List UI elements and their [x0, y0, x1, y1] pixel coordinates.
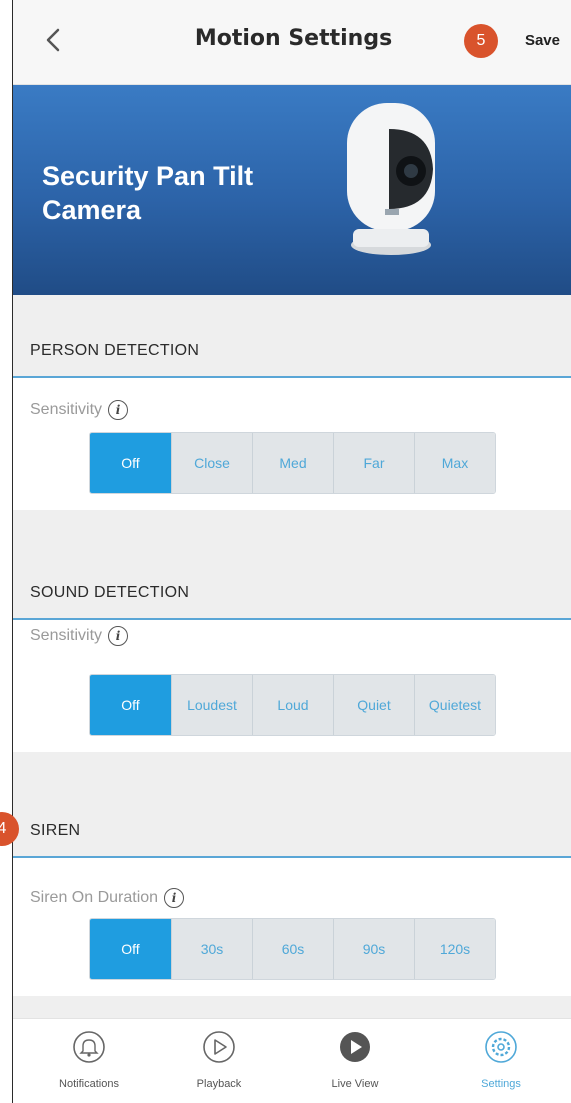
sound-option-quietest[interactable]: Quietest: [414, 675, 495, 735]
tab-label: Settings: [481, 1078, 521, 1090]
siren-option-60s[interactable]: 60s: [252, 919, 333, 979]
sound-option-loudest[interactable]: Loudest: [171, 675, 252, 735]
field-label-text: Sensitivity: [30, 401, 103, 419]
siren-duration-selector: Off 30s 60s 90s 120s: [89, 918, 496, 980]
person-sensitivity-selector: Off Close Med Far Max: [89, 432, 496, 494]
device-banner: Security Pan Tilt Camera: [13, 85, 571, 295]
person-option-off[interactable]: Off: [90, 433, 171, 493]
section-title: SIREN: [30, 822, 81, 839]
siren-option-120s[interactable]: 120s: [414, 919, 495, 979]
nav-header: Motion Settings 5 Save: [13, 0, 571, 85]
gear-icon: [485, 1031, 517, 1063]
section-title: PERSON DETECTION: [30, 342, 200, 359]
bell-icon: [73, 1031, 105, 1063]
tab-label: Notifications: [59, 1078, 119, 1090]
sound-detection-header: SOUND DETECTION: [13, 562, 571, 620]
person-option-far[interactable]: Far: [333, 433, 414, 493]
tab-notifications[interactable]: Notifications: [39, 1029, 139, 1090]
siren-option-90s[interactable]: 90s: [333, 919, 414, 979]
tab-settings[interactable]: Settings: [451, 1029, 551, 1090]
field-label-text: Sensitivity: [30, 627, 103, 645]
person-option-close[interactable]: Close: [171, 433, 252, 493]
section-spacer: [13, 752, 571, 802]
person-option-max[interactable]: Max: [414, 433, 495, 493]
play-outline-icon: [203, 1031, 235, 1063]
device-name: Security Pan Tilt Camera: [42, 161, 254, 225]
info-icon[interactable]: i: [108, 626, 129, 646]
tab-label: Live View: [331, 1078, 379, 1090]
siren-option-off[interactable]: Off: [90, 919, 171, 979]
section-title: SOUND DETECTION: [30, 584, 190, 601]
save-button[interactable]: Save: [525, 32, 560, 49]
sound-option-off[interactable]: Off: [90, 675, 171, 735]
siren-duration-label: Siren On Duration i: [30, 888, 185, 908]
tab-label: Playback: [196, 1078, 242, 1090]
siren-header: SIREN: [13, 800, 571, 858]
info-icon[interactable]: i: [108, 400, 129, 420]
step-callout-5: 5: [464, 24, 498, 58]
person-sensitivity-label: Sensitivity i: [30, 400, 129, 420]
app-screen: Motion Settings 5 Save Security Pan Tilt…: [12, 0, 571, 1103]
siren-option-30s[interactable]: 30s: [171, 919, 252, 979]
sound-sensitivity-selector: Off Loudest Loud Quiet Quietest: [89, 674, 496, 736]
person-detection-header: PERSON DETECTION: [13, 320, 571, 378]
sound-option-quiet[interactable]: Quiet: [333, 675, 414, 735]
person-option-med[interactable]: Med: [252, 433, 333, 493]
tab-live-view[interactable]: Live View: [305, 1029, 405, 1090]
field-label-text: Siren On Duration: [30, 889, 159, 907]
tab-playback[interactable]: Playback: [169, 1029, 269, 1090]
section-spacer: [13, 996, 571, 1018]
info-icon[interactable]: i: [164, 888, 185, 908]
bottom-tab-bar: Notifications Playback Live View Setting…: [13, 1018, 571, 1103]
sound-option-loud[interactable]: Loud: [252, 675, 333, 735]
play-filled-icon: [340, 1032, 370, 1062]
camera-image: [347, 103, 435, 255]
sound-sensitivity-label: Sensitivity i: [30, 626, 129, 646]
